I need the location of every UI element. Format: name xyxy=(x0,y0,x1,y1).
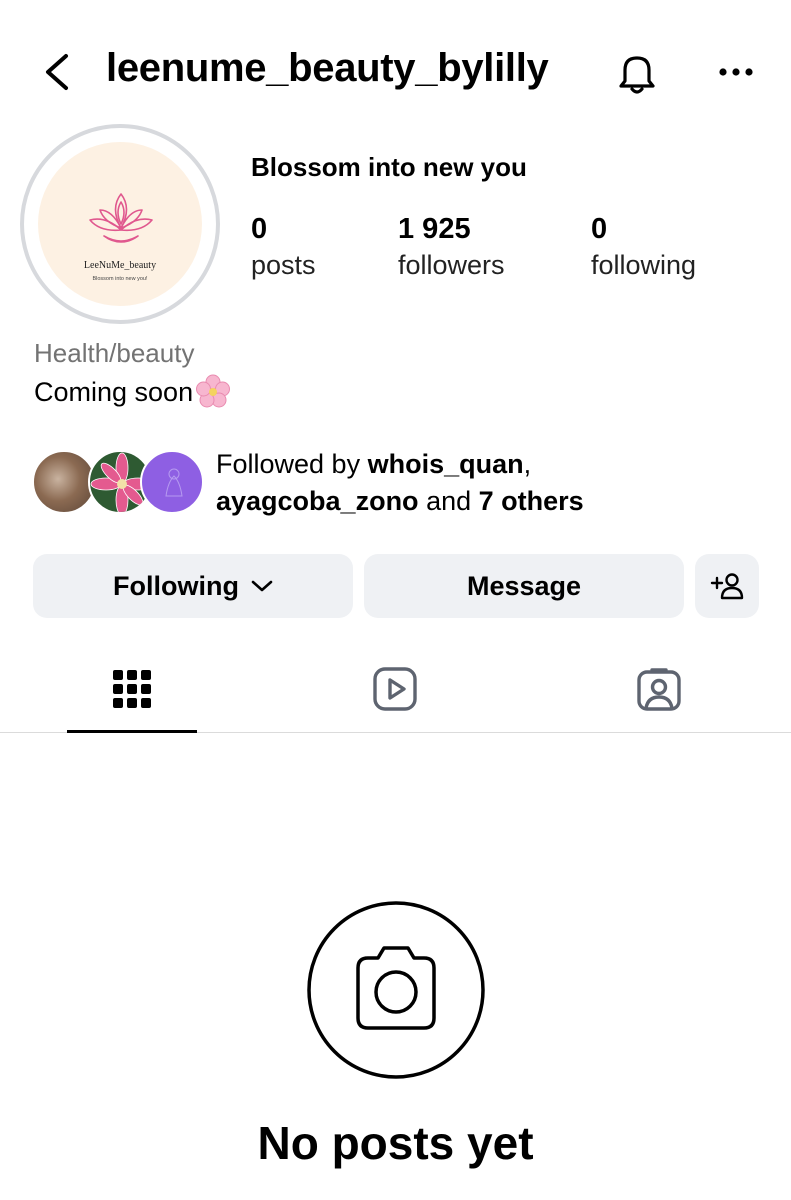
reels-icon xyxy=(373,667,417,711)
profile-tabs xyxy=(0,646,791,733)
followed-by-comma: , xyxy=(523,449,532,479)
grid-icon xyxy=(113,670,151,708)
stat-following-label: following xyxy=(591,250,697,280)
profile-full-name: Blossom into new you xyxy=(251,152,527,182)
empty-state-text: No posts yet xyxy=(257,1117,534,1169)
tab-grid[interactable] xyxy=(67,646,197,733)
avatar xyxy=(32,450,96,514)
following-button[interactable]: Following xyxy=(33,554,353,618)
bell-icon[interactable] xyxy=(612,48,662,98)
stat-followers[interactable]: 1 925 followers xyxy=(398,210,505,282)
ellipsis-icon[interactable] xyxy=(712,54,760,90)
bio-text: Coming soon xyxy=(34,377,194,407)
profile-avatar[interactable]: LeeNuMe_beauty Blossom into new you! xyxy=(20,124,220,324)
followed-by-and: and xyxy=(418,486,479,516)
camera-icon xyxy=(307,901,485,1079)
lotus-logo-icon xyxy=(89,193,153,243)
stat-following[interactable]: 0 following xyxy=(591,210,696,282)
avatar-image: LeeNuMe_beauty Blossom into new you! xyxy=(38,142,202,306)
chevron-left-icon[interactable] xyxy=(38,50,78,94)
stat-posts[interactable]: 0 posts xyxy=(251,210,316,282)
mutual-user-1: whois_quan xyxy=(367,449,524,479)
stat-posts-value: 0 xyxy=(251,213,268,245)
add-person-icon xyxy=(710,573,744,600)
profile-bio: Coming soon xyxy=(34,374,231,410)
stat-followers-value: 1 925 xyxy=(398,213,471,245)
avatar xyxy=(140,450,204,514)
mutual-others: 7 others xyxy=(478,486,584,516)
profile-category: Health/beauty xyxy=(34,338,195,368)
avatar-logo-subtext: Blossom into new you! xyxy=(92,276,148,282)
following-button-label: Following xyxy=(113,570,239,601)
followed-by-text[interactable]: Followed by whois_quan, ayagcoba_zono an… xyxy=(216,446,584,520)
followed-by-prefix: Followed by xyxy=(216,449,368,479)
tagged-icon xyxy=(637,668,681,711)
profile-username: leenume_beauty_bylilly xyxy=(106,46,549,90)
mutual-followers-avatars[interactable] xyxy=(32,450,204,516)
sketch-icon xyxy=(165,468,183,497)
mutual-user-2: ayagcoba_zono xyxy=(216,486,419,516)
stat-following-value: 0 xyxy=(591,213,608,245)
stat-followers-label: followers xyxy=(398,250,505,280)
message-button-label: Message xyxy=(466,570,582,601)
add-user-button[interactable] xyxy=(695,554,759,618)
tab-tagged[interactable] xyxy=(594,646,724,732)
top-bar: leenume_beauty_bylilly xyxy=(0,0,791,130)
tab-reels[interactable] xyxy=(330,646,460,732)
message-button[interactable]: Message xyxy=(364,554,684,618)
chevron-down-icon xyxy=(251,580,273,592)
avatar-logo-text: LeeNuMe_beauty xyxy=(83,260,157,271)
stat-posts-label: posts xyxy=(251,250,316,280)
cherry-blossom-icon xyxy=(196,374,231,408)
